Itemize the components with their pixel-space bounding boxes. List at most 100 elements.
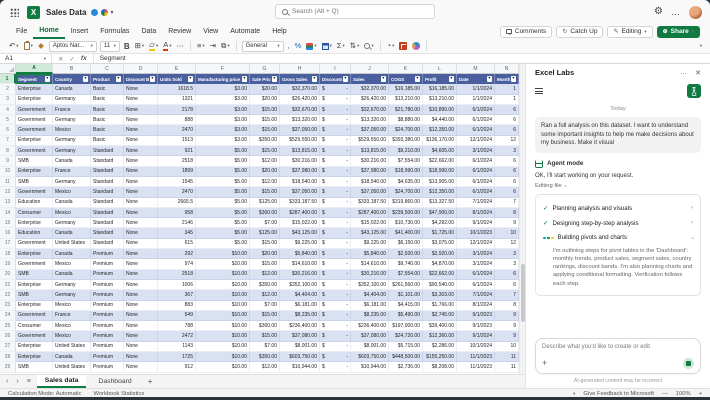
- cell[interactable]: $13,327.50: [423, 197, 457, 208]
- cell[interactable]: 6: [495, 279, 519, 291]
- cell[interactable]: None: [124, 300, 158, 311]
- search-input[interactable]: Search (Alt + Q): [275, 4, 435, 19]
- cell[interactable]: $ -: [320, 207, 351, 219]
- cell[interactable]: $32,370.00: [351, 84, 389, 95]
- cell[interactable]: 8/1/2024: [457, 300, 495, 311]
- cell[interactable]: $2,736.00: [389, 362, 423, 373]
- cell[interactable]: $3,075.00: [423, 238, 457, 250]
- cell[interactable]: Mexico: [53, 321, 91, 332]
- cell[interactable]: $20.00: [250, 166, 280, 177]
- cell[interactable]: France: [53, 310, 91, 322]
- cell[interactable]: $4,415.00: [389, 300, 423, 311]
- row-number-6[interactable]: 6: [0, 125, 16, 136]
- cell[interactable]: $26,420.00: [280, 94, 320, 105]
- cell[interactable]: None: [124, 352, 158, 363]
- cell[interactable]: Government: [16, 331, 53, 342]
- next-sheet-icon[interactable]: ›: [14, 378, 20, 385]
- cell[interactable]: Standard: [91, 187, 124, 198]
- cell[interactable]: 10/1/2023: [457, 228, 495, 239]
- cell[interactable]: $13,905.00: [423, 176, 457, 188]
- cell[interactable]: $7,554.00: [389, 156, 423, 167]
- zoom-in-button[interactable]: +: [699, 391, 702, 397]
- cell[interactable]: $ -: [320, 94, 351, 105]
- cell[interactable]: 12/1/2024: [457, 238, 495, 250]
- cell[interactable]: $15.00: [250, 238, 280, 250]
- cell[interactable]: $8,001.00: [351, 341, 389, 353]
- cell[interactable]: $300.00: [250, 207, 280, 219]
- menu-tab-file[interactable]: File: [10, 26, 33, 38]
- cell[interactable]: 6/1/2024: [457, 279, 495, 291]
- cell[interactable]: Canada: [53, 156, 91, 167]
- menu-tab-insert[interactable]: Insert: [65, 26, 95, 38]
- cell[interactable]: $300.00: [250, 321, 280, 332]
- cell[interactable]: Germany: [53, 115, 91, 126]
- cell[interactable]: $ -: [320, 341, 351, 353]
- percent-style-button[interactable]: %: [294, 42, 303, 50]
- table-header-cell[interactable]: Date ▾: [457, 74, 495, 85]
- cell[interactable]: 1899: [158, 166, 196, 177]
- sheet-tab-sales-data[interactable]: Sales data: [36, 375, 87, 388]
- cell[interactable]: $3.00: [196, 125, 250, 136]
- cell[interactable]: $2,920.00: [423, 249, 457, 260]
- cell[interactable]: Premium: [91, 269, 124, 280]
- select-all-corner[interactable]: [0, 64, 16, 74]
- cell[interactable]: Standard: [91, 176, 124, 188]
- comma-style-button[interactable]: ,: [287, 42, 291, 50]
- cell[interactable]: $ -: [320, 300, 351, 311]
- table-header-cell[interactable]: Product ▾: [91, 74, 124, 85]
- table-header-cell[interactable]: Units Sold ▾: [158, 74, 196, 85]
- column-header-F[interactable]: F: [196, 64, 250, 74]
- table-header-cell[interactable]: Country ▾: [53, 74, 91, 85]
- cell[interactable]: $333,187.50: [351, 197, 389, 208]
- filter-dropdown-icon[interactable]: ▾: [448, 76, 454, 82]
- cell[interactable]: $197,000.00: [389, 321, 423, 332]
- stop-generation-button[interactable]: [683, 358, 694, 369]
- cell[interactable]: $12.00: [250, 362, 280, 373]
- cell[interactable]: $236,400.00: [280, 321, 320, 332]
- cell[interactable]: $43,125.00: [280, 228, 320, 239]
- cell[interactable]: $32,670.00: [280, 104, 320, 116]
- cell[interactable]: $5,840.00: [280, 249, 320, 260]
- wrap-text-button[interactable]: ⇥: [209, 42, 217, 50]
- title-chevron-down-icon[interactable]: ▾: [110, 9, 113, 16]
- cell[interactable]: $287,400.00: [280, 207, 320, 219]
- cell[interactable]: $30,216.00: [280, 156, 320, 167]
- add-sheet-button[interactable]: +: [144, 377, 157, 386]
- cell[interactable]: $4,440.00: [423, 115, 457, 126]
- cell[interactable]: $ -: [320, 166, 351, 177]
- cell[interactable]: 1545: [158, 176, 196, 188]
- cell[interactable]: $350.00: [250, 135, 280, 147]
- cell[interactable]: Enterprise: [16, 94, 53, 105]
- menu-tab-data[interactable]: Data: [135, 26, 162, 38]
- cell[interactable]: $20.00: [250, 84, 280, 95]
- cell[interactable]: 6/1/2024: [457, 115, 495, 126]
- table-header-cell[interactable]: Sales ▾: [351, 74, 389, 85]
- cell[interactable]: 7/1/2024: [457, 197, 495, 208]
- row-number-8[interactable]: 8: [0, 146, 16, 157]
- cell[interactable]: Consumer: [16, 207, 53, 219]
- cell[interactable]: $ -: [320, 259, 351, 270]
- filter-dropdown-icon[interactable]: ▾: [187, 76, 193, 82]
- row-number-28[interactable]: 28: [0, 352, 16, 363]
- cell[interactable]: 958: [158, 207, 196, 219]
- cell[interactable]: None: [124, 259, 158, 270]
- cell[interactable]: $319,860.00: [389, 197, 423, 208]
- borders-button[interactable]: ⊞ ▾: [134, 42, 146, 50]
- cell[interactable]: $41,400.00: [389, 228, 423, 239]
- cell[interactable]: $10,730.00: [389, 218, 423, 229]
- cell[interactable]: 3: [495, 146, 519, 157]
- cell[interactable]: Government: [16, 104, 53, 116]
- menu-tab-review[interactable]: Review: [162, 26, 197, 38]
- cell[interactable]: Government: [16, 146, 53, 157]
- cell[interactable]: $10.00: [196, 310, 250, 322]
- filter-dropdown-icon[interactable]: ▾: [486, 76, 492, 82]
- cell[interactable]: $18,990.00: [389, 166, 423, 177]
- cell[interactable]: $37,050.00: [280, 187, 320, 198]
- cell[interactable]: $13,210.00: [423, 94, 457, 105]
- cell[interactable]: $37,080.00: [280, 331, 320, 342]
- cell[interactable]: $10.00: [196, 341, 250, 353]
- cell[interactable]: $30,216.00: [351, 156, 389, 167]
- user-avatar[interactable]: [689, 5, 702, 19]
- filter-dropdown-icon[interactable]: ▾: [414, 76, 420, 82]
- cell[interactable]: Premium: [91, 249, 124, 260]
